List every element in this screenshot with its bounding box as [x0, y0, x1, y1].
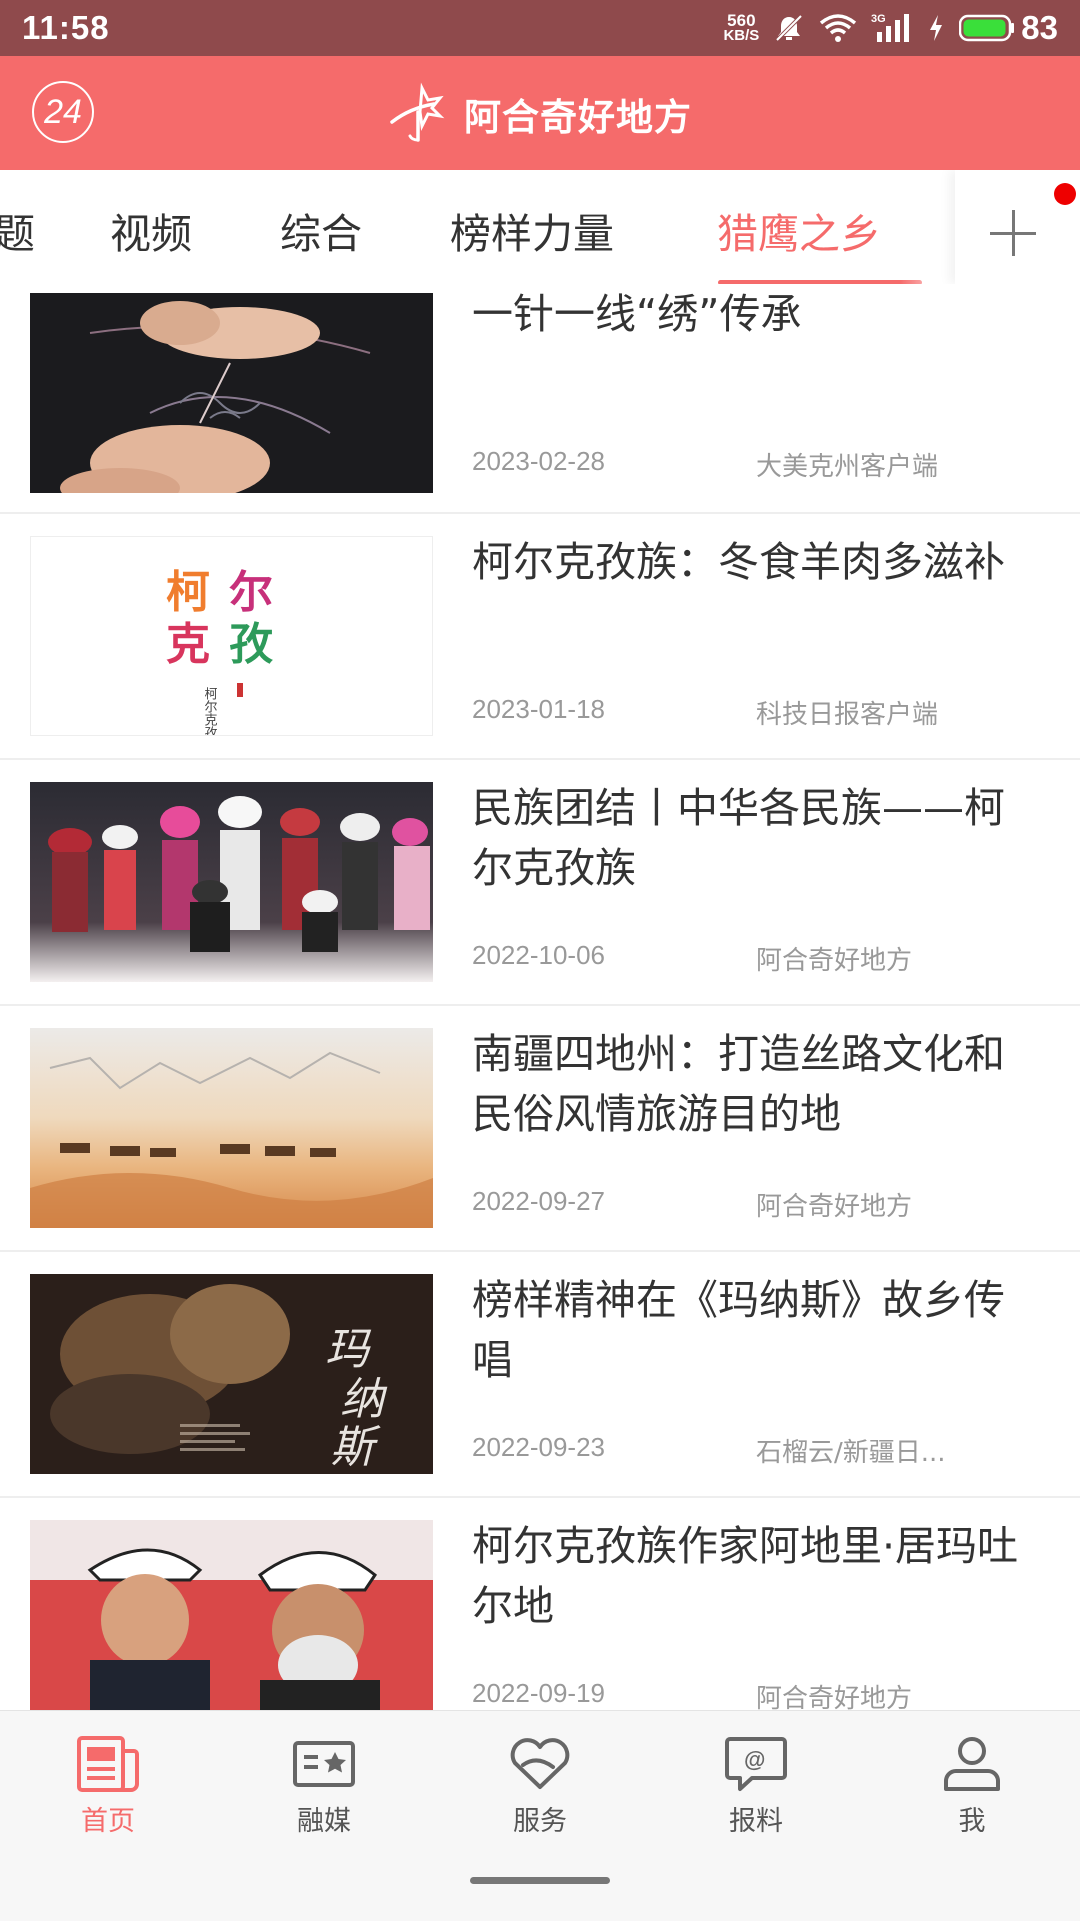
news-icon [77, 1736, 139, 1792]
article-source: 科技日报客户端 [756, 700, 939, 730]
mute-icon [775, 14, 803, 42]
tab-general[interactable]: 综合 [280, 200, 362, 260]
nav-report[interactable]: @ 报料 [696, 1735, 816, 1838]
tab-role-models[interactable]: 榜样力量 [450, 200, 614, 260]
nav-me[interactable]: 我 [912, 1735, 1032, 1838]
article-source: 石榴云/新疆日... [756, 1438, 946, 1468]
wifi-icon [820, 14, 857, 42]
nav-label: 融媒 [297, 1806, 351, 1837]
nav-media[interactable]: 融媒 [264, 1735, 384, 1838]
app-header: 24 阿合奇好地方 [0, 56, 1080, 170]
net-speed: 560 KB/S [723, 11, 760, 44]
article-title[interactable]: 柯尔克孜族作家阿地里·居玛吐尔地 [472, 1516, 1032, 1636]
battery-icon [959, 14, 1015, 42]
article-source: 阿合奇好地方 [756, 1192, 913, 1222]
manas-poster: 玛 纳 斯 [30, 1274, 433, 1474]
status-bar: 11:58 560 KB/S 3G 83 [0, 0, 1080, 56]
article-title[interactable]: 一针一线“绣”传承 [472, 284, 1032, 344]
svg-text:克: 克 [166, 619, 210, 670]
article-date: 2022-10-06 [472, 940, 605, 970]
home-indicator[interactable] [470, 1877, 610, 1884]
tab-fade [900, 170, 960, 284]
svg-text:@: @ [744, 1747, 765, 1772]
article-title[interactable]: 南疆四地州：打造丝路文化和民俗风情旅游目的地 [472, 1024, 1032, 1144]
battery-level: 83 [1021, 9, 1058, 46]
heart-hands-icon [510, 1738, 570, 1789]
tab-partial[interactable]: 题 [0, 200, 35, 260]
brand: 阿合奇好地方 [0, 82, 1080, 146]
signal-icon: 3G [871, 13, 910, 42]
camel-desert-photo [30, 1028, 433, 1228]
article-source: 大美克州客户端 [756, 452, 939, 482]
svg-text:尔: 尔 [229, 567, 273, 618]
svg-text:斯: 斯 [330, 1422, 381, 1473]
nav-label: 报料 [729, 1806, 783, 1837]
article-source: 阿合奇好地方 [756, 1684, 913, 1710]
article-date: 2022-09-19 [472, 1678, 605, 1708]
category-tabs: 题 视频 综合 榜样力量 猎鹰之乡 [0, 170, 1080, 284]
list-item[interactable]: 南疆四地州：打造丝路文化和民俗风情旅游目的地 2022-09-27 阿合奇好地方 [0, 1006, 1080, 1252]
page-title: 阿合奇好地方 [464, 96, 692, 139]
article-title[interactable]: 榜样精神在《玛纳斯》故乡传唱 [472, 1270, 1032, 1390]
article-list: 一针一线“绣”传承 2023-02-28 大美克州客户端 柯 尔 克 孜 柯尔克… [0, 284, 1080, 1710]
tab-video[interactable]: 视频 [110, 200, 192, 260]
bottom-navigation: 首页 融媒 服务 @ 报料 我 [0, 1710, 1080, 1921]
article-source: 阿合奇好地方 [756, 946, 913, 976]
svg-text:纳: 纳 [340, 1374, 388, 1425]
svg-text:3G: 3G [871, 13, 886, 25]
embroidery-photo [30, 293, 433, 493]
notification-dot [1054, 183, 1076, 205]
kirgiz-logo: 柯 尔 克 孜 柯尔克孜族 [30, 536, 433, 736]
article-date: 2023-02-28 [472, 446, 605, 476]
svg-text:玛: 玛 [325, 1324, 372, 1375]
people-group-photo [30, 782, 433, 982]
charging-icon [930, 15, 943, 41]
list-item[interactable]: 柯 尔 克 孜 柯尔克孜族 柯尔克孜族：冬食羊肉多滋补 2023-01-18 科… [0, 514, 1080, 760]
tab-falcon-hometown[interactable]: 猎鹰之乡 [717, 200, 881, 260]
status-time: 11:58 [22, 9, 110, 46]
list-item[interactable]: 柯尔克孜族作家阿地里·居玛吐尔地 2022-09-19 阿合奇好地方 [0, 1498, 1080, 1710]
nav-home[interactable]: 首页 [48, 1735, 168, 1838]
nav-services[interactable]: 服务 [480, 1735, 600, 1838]
article-date: 2022-09-27 [472, 1186, 605, 1216]
article-title[interactable]: 民族团结丨中华各民族——柯尔克孜族 [472, 778, 1032, 898]
list-item[interactable]: 一针一线“绣”传承 2023-02-28 大美克州客户端 [0, 284, 1080, 514]
person-icon [944, 1737, 1000, 1791]
nav-label: 首页 [81, 1806, 135, 1837]
men-hats-photo [30, 1520, 433, 1710]
article-title[interactable]: 柯尔克孜族：冬食羊肉多滋补 [472, 532, 1032, 592]
battery: 83 [959, 9, 1058, 47]
list-item[interactable]: 玛 纳 斯 榜样精神在《玛纳斯》故乡传唱 2022-09-23 石榴云/新疆日.… [0, 1252, 1080, 1498]
nav-label: 我 [958, 1806, 986, 1837]
chat-at-icon: @ [725, 1737, 787, 1791]
svg-text:柯尔克孜族: 柯尔克孜族 [202, 687, 218, 736]
status-icons: 560 KB/S 3G 83 [723, 9, 1058, 47]
app-logo-icon [390, 82, 445, 142]
article-date: 2023-01-18 [472, 694, 605, 724]
svg-text:孜: 孜 [229, 619, 273, 670]
list-item[interactable]: 民族团结丨中华各民族——柯尔克孜族 2022-10-06 阿合奇好地方 [0, 760, 1080, 1006]
nav-label: 服务 [513, 1806, 567, 1837]
plus-icon[interactable] [990, 210, 1036, 256]
article-date: 2022-09-23 [472, 1432, 605, 1462]
svg-text:柯: 柯 [166, 567, 210, 618]
media-card-icon [293, 1741, 355, 1787]
